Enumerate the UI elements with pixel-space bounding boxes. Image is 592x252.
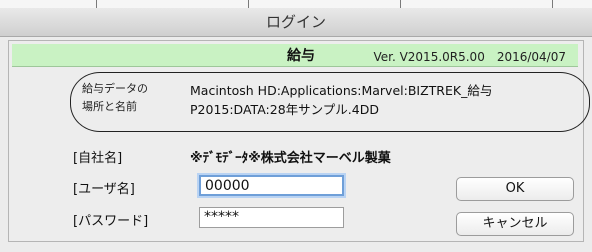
tick-mark xyxy=(400,0,401,8)
top-strip xyxy=(0,0,592,8)
password-label: [パスワード] xyxy=(73,214,149,229)
version-text: Ver. V2015.0R5.00 2016/04/07 xyxy=(373,50,566,64)
tick-mark xyxy=(96,0,97,8)
tick-mark xyxy=(552,0,553,8)
app-banner: 給与 Ver. V2015.0R5.00 2016/04/07 xyxy=(12,44,578,67)
data-location-path: Macintosh HD:Applications:Marvel:BIZTREK… xyxy=(190,81,492,119)
tick-mark xyxy=(248,0,249,8)
data-path-line1: Macintosh HD:Applications:Marvel:BIZTREK… xyxy=(190,83,493,98)
data-location-label-line2: 場所と名前 xyxy=(82,100,137,113)
company-value: ※ﾃﾞﾓﾃﾞｰﾀ※株式会社マーベル製菓 xyxy=(190,151,391,166)
password-input[interactable]: ***** xyxy=(199,207,344,228)
data-path-line2: P2015:DATA:28年サンプル.4DD xyxy=(190,102,379,117)
window-title: ログイン xyxy=(265,13,326,31)
window-titlebar[interactable]: ログイン xyxy=(0,8,592,37)
company-label: [自社名] xyxy=(73,151,123,166)
user-label: [ユーザ名] xyxy=(73,182,135,197)
user-name-input[interactable]: 00000 xyxy=(199,175,344,196)
data-location-label: 給与データの 場所と名前 xyxy=(82,80,148,116)
ok-button[interactable]: OK xyxy=(456,177,574,201)
data-location-label-line1: 給与データの xyxy=(82,82,148,95)
app-name: 給与 xyxy=(287,48,315,64)
cancel-button[interactable]: キャンセル xyxy=(456,212,574,236)
